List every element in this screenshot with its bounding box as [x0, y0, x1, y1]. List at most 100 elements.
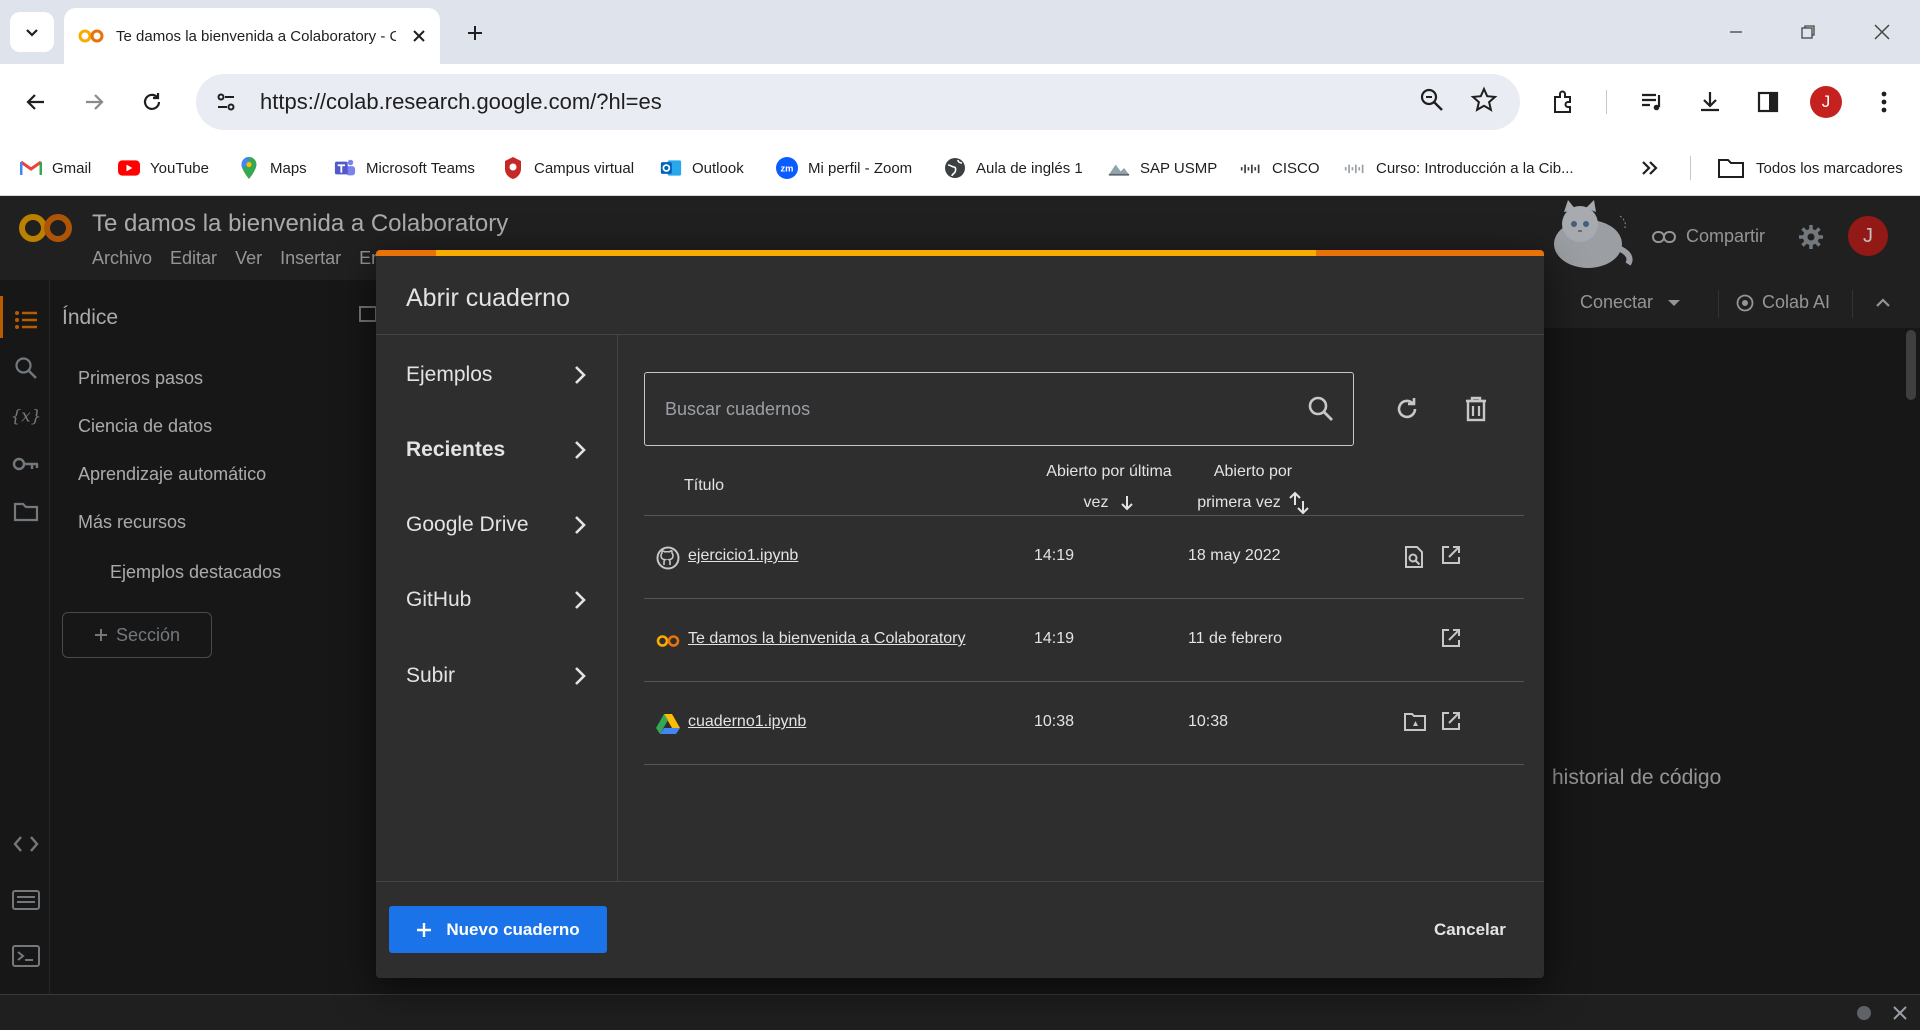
dialog-sidebar: Ejemplos Recientes Google Drive GitHub S… [376, 335, 618, 881]
chevron-right-icon [575, 591, 586, 609]
youtube-icon [118, 157, 140, 179]
table-row[interactable]: cuaderno1.ipynb 10:38 10:38 [644, 682, 1524, 765]
sidebar-item-google-drive[interactable]: Google Drive [406, 513, 586, 537]
browser-menu-button[interactable] [1866, 84, 1902, 120]
arrow-right-icon [86, 94, 104, 110]
table-row[interactable]: Te damos la bienvenida a Colaboratory 14… [644, 599, 1524, 682]
more-bookmarks-button[interactable] [1640, 154, 1660, 182]
restore-button[interactable] [1788, 16, 1828, 48]
sidebar-item-github[interactable]: GitHub [406, 588, 586, 612]
first-opened-value: 18 may 2022 [1188, 547, 1281, 564]
open-in-new-tab-icon[interactable] [1440, 710, 1462, 732]
status-bar [0, 994, 1920, 1030]
forward-button[interactable] [76, 84, 112, 120]
tune-icon [217, 93, 235, 111]
bookmark-campus-virtual[interactable]: Campus virtual [502, 154, 634, 182]
tab-search-button[interactable] [10, 12, 54, 52]
campus-icon [502, 157, 524, 179]
table-header: Título Abierto por última vez Abierto po… [644, 456, 1524, 516]
cisco-icon [1344, 157, 1366, 179]
close-window-button[interactable] [1862, 16, 1902, 48]
open-notebook-dialog: Abrir cuaderno Ejemplos Recientes Google… [376, 250, 1544, 978]
bookmarks-bar: Gmail YouTube Maps Microsoft Teams Campu… [0, 140, 1920, 196]
sidebar-item-recientes[interactable]: Recientes [406, 438, 586, 462]
folder-icon [1716, 157, 1746, 179]
sidebar-item-subir[interactable]: Subir [406, 664, 586, 688]
close-icon[interactable] [412, 29, 426, 43]
bookmark-outlook[interactable]: Outlook [660, 154, 744, 182]
downloads-button[interactable] [1692, 84, 1728, 120]
colab-icon [656, 629, 680, 653]
chevron-right-icon [575, 366, 586, 384]
close-icon[interactable] [1893, 1006, 1907, 1020]
open-in-new-tab-icon[interactable] [1440, 544, 1462, 566]
bookmark-gmail[interactable]: Gmail [20, 154, 91, 182]
zoom-icon[interactable] [1418, 86, 1446, 114]
arrow-down-icon [1121, 495, 1134, 510]
media-button[interactable] [1634, 84, 1670, 120]
trash-icon[interactable] [1464, 396, 1488, 422]
minimize-button[interactable] [1716, 16, 1756, 48]
last-opened-value: 10:38 [1034, 713, 1075, 730]
column-last-opened[interactable]: Abierto por última vez [1034, 456, 1184, 518]
gmail-icon [20, 157, 42, 179]
search-icon[interactable] [1307, 395, 1335, 423]
preview-icon[interactable] [1404, 546, 1424, 568]
drive-icon [656, 712, 680, 736]
side-panel-button[interactable] [1750, 84, 1786, 120]
plus-icon [468, 26, 482, 40]
plus-icon [417, 922, 432, 937]
tab-title: Te damos la bienvenida a Colaboratory - … [116, 27, 396, 45]
bookmark-zoom[interactable]: zm Mi perfil - Zoom [776, 154, 912, 182]
table-row[interactable]: ejercicio1.ipynb 14:19 18 may 2022 [644, 516, 1524, 599]
minimize-icon [1730, 31, 1742, 33]
column-first-opened[interactable]: Abierto por primera vez [1188, 456, 1318, 518]
sidebar-item-ejemplos[interactable]: Ejemplos [406, 363, 586, 387]
bookmark-youtube[interactable]: YouTube [118, 154, 209, 182]
avatar: J [1810, 86, 1842, 118]
bookmark-cisco[interactable]: CISCO [1240, 154, 1320, 182]
notebook-link[interactable]: ejercicio1.ipynb [688, 547, 798, 565]
toolbar-divider [1606, 90, 1607, 114]
notebook-link[interactable]: cuaderno1.ipynb [688, 713, 806, 731]
maps-icon [238, 157, 260, 179]
reload-button[interactable] [134, 84, 170, 120]
bookmark-aula-ingles[interactable]: Aula de inglés 1 [944, 154, 1083, 182]
loading-bar [376, 250, 1544, 256]
url-text[interactable]: https://colab.research.google.com/?hl=es [260, 89, 662, 115]
bookmark-teams[interactable]: Microsoft Teams [334, 154, 475, 182]
download-icon [1701, 92, 1719, 112]
bookmark-sap-usmp[interactable]: SAP USMP [1108, 154, 1217, 182]
sap-icon [1108, 157, 1130, 179]
address-bar[interactable]: https://colab.research.google.com/?hl=es [196, 74, 1520, 130]
bookmark-curso-ciberseguridad[interactable]: Curso: Introducción a la Cib... [1344, 154, 1574, 182]
browser-toolbar: https://colab.research.google.com/?hl=es… [0, 64, 1920, 140]
column-title[interactable]: Título [684, 470, 724, 501]
new-tab-button[interactable] [460, 18, 490, 48]
browser-tab-active[interactable]: Te damos la bienvenida a Colaboratory - … [64, 8, 440, 64]
all-bookmarks-button[interactable]: Todos los marcadores [1716, 154, 1903, 182]
chevron-down-icon [26, 29, 38, 37]
open-in-new-tab-icon[interactable] [1440, 627, 1462, 649]
bookmarks-divider [1690, 156, 1691, 180]
tab-strip: Te damos la bienvenida a Colaboratory - … [0, 0, 1920, 64]
notebook-link[interactable]: Te damos la bienvenida a Colaboratory [688, 630, 966, 648]
cisco-icon [1240, 157, 1262, 179]
restore-icon [1801, 25, 1815, 39]
extensions-button[interactable] [1546, 84, 1582, 120]
dialog-title: Abrir cuaderno [406, 284, 570, 312]
new-notebook-button[interactable]: Nuevo cuaderno [389, 906, 607, 953]
site-info-button[interactable] [208, 84, 244, 120]
bookmark-maps[interactable]: Maps [238, 154, 307, 182]
double-chevron-right-icon [1642, 161, 1658, 175]
chevron-right-icon [575, 441, 586, 459]
back-button[interactable] [18, 84, 54, 120]
profile-button[interactable]: J [1808, 84, 1844, 120]
search-input[interactable]: Buscar cuadernos [644, 372, 1354, 446]
cancel-button[interactable]: Cancelar [1434, 920, 1506, 940]
side-panel-icon [1757, 91, 1779, 113]
star-icon[interactable] [1470, 86, 1498, 114]
drive-folder-icon[interactable] [1404, 712, 1426, 732]
refresh-icon[interactable] [1394, 396, 1420, 422]
sort-icon [1289, 491, 1309, 514]
